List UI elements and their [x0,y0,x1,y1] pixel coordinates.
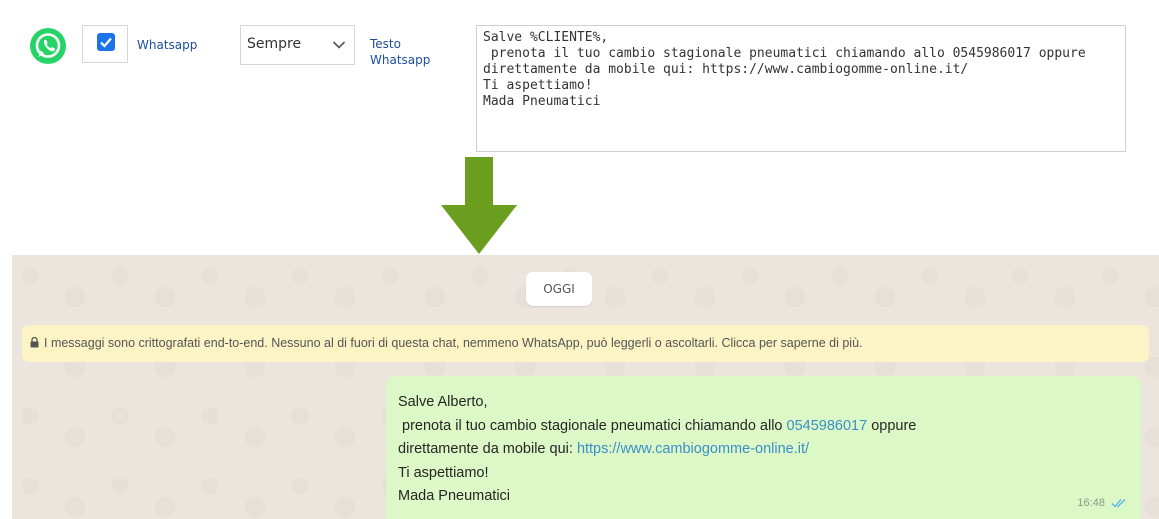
whatsapp-checkbox[interactable] [97,33,115,51]
double-check-icon [1111,499,1126,508]
settings-panel: Whatsapp Sempre Testo Whatsapp Salve %CL… [0,0,1159,255]
arrow-down-icon [441,157,517,254]
message-text: oppure [867,417,917,434]
chevron-down-icon [332,41,346,49]
lock-icon [30,337,39,348]
message-line: Mada Pneumatici [398,488,511,504]
message-template-textarea[interactable]: Salve %CLIENTE%, prenota il tuo cambio s… [476,25,1126,152]
whatsapp-chat-view: OGGI I messaggi sono crittografati end-t… [12,255,1159,519]
message-time: 16:48 [1077,497,1105,509]
day-badge: OGGI [526,272,592,306]
message-line: Salve Alberto, [398,394,488,410]
message-line: Ti aspettiamo! [398,464,489,481]
phone-link[interactable]: 0545986017 [787,418,868,434]
template-line: Ti aspettiamo! [483,78,593,93]
text-label-line1: Testo [370,37,401,51]
checkmark-icon [100,37,112,48]
frequency-selected-value: Sempre [247,36,302,52]
channel-label: Whatsapp [137,38,198,52]
template-line: direttamente da mobile qui: https://www.… [483,62,969,77]
text-label-line2: Whatsapp [370,53,431,67]
message-text: prenota il tuo cambio stagionale pneumat… [398,417,787,434]
url-link[interactable]: https://www.cambiogomme-online.it/ [577,441,809,457]
outgoing-message-bubble: Salve Alberto, prenota il tuo cambio sta… [386,376,1141,519]
message-text: direttamente da mobile qui: [398,441,577,457]
encryption-notice[interactable]: I messaggi sono crittografati end-to-end… [22,325,1149,362]
whatsapp-checkbox-cell [82,25,128,63]
frequency-select[interactable]: Sempre [240,25,355,65]
template-line: Mada Pneumatici [483,94,601,109]
template-line: Salve %CLIENTE%, [483,30,609,45]
whatsapp-icon [30,28,66,64]
encryption-notice-text: I messaggi sono crittografati end-to-end… [44,336,863,350]
template-line: prenota il tuo cambio stagionale pneumat… [483,46,1086,61]
message-line: direttamente da mobile qui: https://www.… [398,438,916,462]
message-line: prenota il tuo cambio stagionale pneumat… [398,415,916,439]
message-meta: 16:48 [1077,497,1127,509]
